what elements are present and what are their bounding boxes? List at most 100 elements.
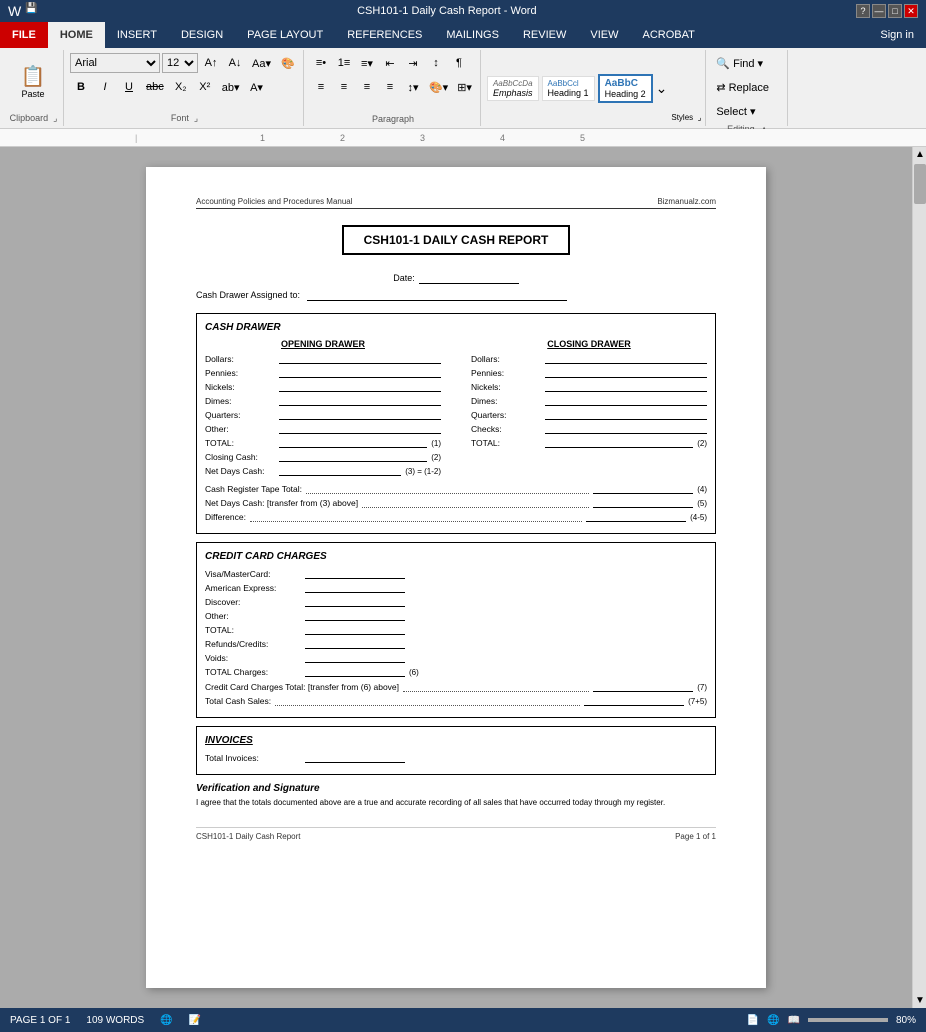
zoom-slider[interactable] — [808, 1018, 888, 1022]
open-pennies: Pennies: — [205, 367, 441, 378]
subscript-btn[interactable]: X₂ — [170, 76, 192, 98]
font-shrink-btn[interactable]: A↓ — [224, 52, 246, 74]
justify-btn[interactable]: ≡ — [379, 76, 401, 98]
save-icon[interactable]: 💾 — [25, 3, 37, 19]
cc-voids: Voids: — [205, 652, 707, 663]
doc-content: Accounting Policies and Procedures Manua… — [0, 147, 912, 1008]
net-days-cash-note: (3) = (1-2) — [405, 467, 441, 476]
style-heading2[interactable]: AaBbC Heading 2 — [598, 74, 653, 103]
tab-file[interactable]: FILE — [0, 22, 48, 48]
cc-amex: American Express: — [205, 582, 707, 593]
sort-btn[interactable]: ↕ — [425, 52, 447, 74]
drawer-assigned-row: Cash Drawer Assigned to: — [196, 290, 716, 301]
font-size-selector[interactable]: 12 — [162, 53, 198, 73]
cc-amex-label: American Express: — [205, 583, 305, 593]
tab-design[interactable]: DESIGN — [169, 22, 235, 48]
align-center-btn[interactable]: ≡ — [333, 76, 355, 98]
net-days-transfer-row: Net Days Cash: [transfer from (3) above]… — [205, 497, 707, 508]
header-left: Accounting Policies and Procedures Manua… — [196, 197, 353, 206]
tab-references[interactable]: REFERENCES — [335, 22, 434, 48]
cc-other-label: Other: — [205, 611, 305, 621]
tab-acrobat[interactable]: ACROBAT — [630, 22, 706, 48]
font-case-btn[interactable]: Aa▾ — [248, 52, 275, 74]
font-name-selector[interactable]: Arial — [70, 53, 160, 73]
open-total-note: (1) — [431, 439, 441, 448]
help-btn[interactable]: ? — [856, 4, 870, 18]
invoices-section: INVOICES Total Invoices: — [196, 726, 716, 775]
sign-in[interactable]: Sign in — [868, 22, 926, 48]
close-btn[interactable]: ✕ — [904, 4, 918, 18]
style-heading1[interactable]: AaBbCcl Heading 1 — [542, 76, 595, 101]
verification-text: I agree that the totals documented above… — [196, 798, 716, 807]
status-bar: PAGE 1 OF 1 109 WORDS 🌐 📝 📄 🌐 📖 80% — [0, 1008, 926, 1032]
open-quarters: Quarters: — [205, 409, 441, 420]
italic-btn[interactable]: I — [94, 76, 116, 98]
scroll-down-btn[interactable]: ▼ — [913, 993, 926, 1008]
tape-total-row: Cash Register Tape Total: (4) — [205, 483, 707, 494]
align-right-btn[interactable]: ≡ — [356, 76, 378, 98]
page-count: PAGE 1 OF 1 — [10, 1015, 70, 1026]
numbering-btn[interactable]: 1≡ — [333, 52, 355, 74]
replace-btn[interactable]: ⇄ Replace — [712, 76, 783, 98]
show-marks-btn[interactable]: ¶ — [448, 52, 470, 74]
status-right: 📄 🌐 📖 80% — [747, 1015, 916, 1026]
superscript-btn[interactable]: X² — [194, 76, 216, 98]
tab-home[interactable]: HOME — [48, 22, 105, 48]
style-emphasis[interactable]: AaBbCcDa Emphasis — [487, 76, 539, 101]
difference-label: Difference: — [205, 512, 246, 522]
find-btn[interactable]: 🔍 Find ▾ — [712, 52, 783, 74]
font-grow-btn[interactable]: A↑ — [200, 52, 222, 74]
tab-page-layout[interactable]: PAGE LAYOUT — [235, 22, 335, 48]
cc-total-charges: TOTAL Charges: (6) — [205, 666, 707, 677]
ribbon-tab-bar: FILE HOME INSERT DESIGN PAGE LAYOUT REFE… — [0, 22, 926, 48]
close-quarters: Quarters: — [471, 409, 707, 420]
close-total-label: TOTAL: — [471, 438, 541, 448]
strikethrough-btn[interactable]: abc — [142, 76, 168, 98]
tab-mailings[interactable]: MAILINGS — [434, 22, 511, 48]
align-left-btn[interactable]: ≡ — [310, 76, 332, 98]
line-spacing-btn[interactable]: ↕▾ — [402, 76, 424, 98]
underline-btn[interactable]: U — [118, 76, 140, 98]
tab-review[interactable]: REVIEW — [511, 22, 578, 48]
minimize-btn[interactable]: — — [872, 4, 886, 18]
scroll-up-btn[interactable]: ▲ — [913, 147, 926, 162]
paragraph-group: ≡• 1≡ ≡▾ ⇤ ⇥ ↕ ¶ ≡ ≡ ≡ ≡ ↕▾ 🎨▾ ⊞▾ — [306, 50, 481, 126]
cc-refunds: Refunds/Credits: — [205, 638, 707, 649]
scroll-thumb[interactable] — [914, 164, 926, 204]
cash-drawer-title: CASH DRAWER — [205, 322, 707, 333]
open-quarters-label: Quarters: — [205, 410, 275, 420]
cc-other: Other: — [205, 610, 707, 621]
borders-btn[interactable]: ⊞▾ — [453, 76, 476, 98]
paste-button[interactable]: 📋 Paste — [8, 53, 58, 111]
zoom-level: 80% — [896, 1015, 916, 1026]
font-color-btn[interactable]: A▾ — [246, 76, 268, 98]
bullets-btn[interactable]: ≡• — [310, 52, 332, 74]
view-read-btn[interactable]: 📖 — [788, 1015, 800, 1026]
close-dollars: Dollars: — [471, 353, 707, 364]
drawer-assigned-label: Cash Drawer Assigned to: — [196, 290, 300, 300]
tab-view[interactable]: VIEW — [578, 22, 630, 48]
clipboard-label: Clipboard ⌟ — [8, 111, 59, 124]
maximize-btn[interactable]: □ — [888, 4, 902, 18]
view-web-btn[interactable]: 🌐 — [767, 1015, 779, 1026]
clear-format-btn[interactable]: 🎨 — [277, 52, 299, 74]
opening-column: OPENING DRAWER Dollars: Pennies: Nickels… — [205, 339, 461, 479]
text-highlight-btn[interactable]: ab▾ — [218, 76, 244, 98]
decrease-indent-btn[interactable]: ⇤ — [379, 52, 401, 74]
styles-expand-btn[interactable]: ⌄ — [656, 80, 668, 97]
tab-insert[interactable]: INSERT — [105, 22, 169, 48]
view-print-btn[interactable]: 📄 — [747, 1015, 759, 1026]
total-invoices-row: Total Invoices: — [205, 752, 707, 763]
increase-indent-btn[interactable]: ⇥ — [402, 52, 424, 74]
cc-visa: Visa/MasterCard: — [205, 568, 707, 579]
multilevel-btn[interactable]: ≡▾ — [356, 52, 378, 74]
shading-btn[interactable]: 🎨▾ — [425, 76, 452, 98]
bold-btn[interactable]: B — [70, 76, 92, 98]
select-btn[interactable]: Select ▾ — [712, 100, 783, 122]
vertical-scrollbar[interactable]: ▲ ▼ — [912, 147, 926, 1008]
open-dimes: Dimes: — [205, 395, 441, 406]
document-area: Accounting Policies and Procedures Manua… — [0, 147, 926, 1008]
close-dimes-label: Dimes: — [471, 396, 541, 406]
language-indicator: 🌐 — [160, 1015, 172, 1026]
word-count: 109 WORDS — [86, 1015, 144, 1026]
